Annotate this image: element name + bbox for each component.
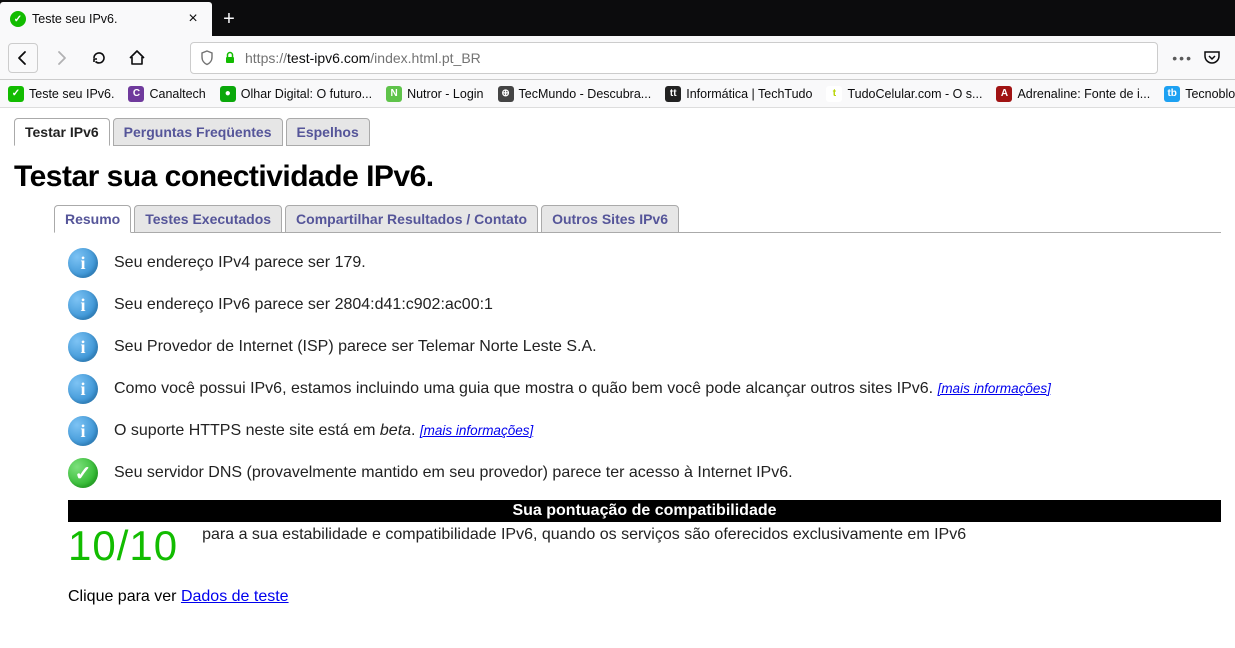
bookmark-icon: tt — [665, 86, 681, 102]
bookmark-item[interactable]: ● Olhar Digital: O futuro... — [220, 86, 372, 102]
result-text: O suporte HTTPS neste site está em beta.… — [114, 422, 533, 440]
bookmark-icon: tb — [1164, 86, 1180, 102]
score-value: 10/10 — [68, 522, 178, 570]
new-tab-button[interactable]: + — [212, 2, 246, 36]
info-icon: i — [68, 374, 98, 404]
home-button[interactable] — [122, 43, 152, 73]
bookmark-label: TudoCelular.com - O s... — [847, 87, 982, 101]
bookmark-icon: ⊕ — [498, 86, 514, 102]
url-text: https://test-ipv6.com/index.html.pt_BR — [245, 50, 481, 66]
test-data-line: Clique para ver Dados de teste — [68, 588, 1221, 606]
browser-navbar: https://test-ipv6.com/index.html.pt_BR •… — [0, 36, 1235, 80]
test-data-link[interactable]: Dados de teste — [181, 588, 289, 605]
bookmark-item[interactable]: A Adrenaline: Fonte de i... — [996, 86, 1150, 102]
page-title: Testar sua conectividade IPv6. — [14, 160, 1221, 194]
content-tab[interactable]: Outros Sites IPv6 — [541, 205, 679, 233]
forward-button[interactable] — [46, 43, 76, 73]
score-header: Sua pontuação de compatibilidade — [68, 500, 1221, 522]
bookmark-icon: A — [996, 86, 1012, 102]
score-row: 10/10 para a sua estabilidade e compatib… — [68, 522, 1221, 570]
browser-tab[interactable]: Teste seu IPv6. × — [0, 2, 212, 36]
bookmark-label: Olhar Digital: O futuro... — [241, 87, 372, 101]
content-tabs: ResumoTestes ExecutadosCompartilhar Resu… — [54, 205, 1221, 233]
reload-button[interactable] — [84, 43, 114, 73]
info-icon: i — [68, 290, 98, 320]
url-bar[interactable]: https://test-ipv6.com/index.html.pt_BR — [190, 42, 1158, 74]
bookmark-label: Adrenaline: Fonte de i... — [1017, 87, 1150, 101]
check-icon — [10, 11, 26, 27]
bookmark-icon: ● — [220, 86, 236, 102]
navbar-right-icons: ••• — [1166, 49, 1227, 67]
more-info-link[interactable]: [mais informações] — [420, 423, 533, 438]
back-button[interactable] — [8, 43, 38, 73]
browser-tabbar: Teste seu IPv6. × + — [0, 0, 1235, 36]
result-row: i O suporte HTTPS neste site está em beta… — [68, 416, 1221, 446]
info-icon: i — [68, 332, 98, 362]
bookmark-icon: C — [128, 86, 144, 102]
bookmark-item[interactable]: ✓ Teste seu IPv6. — [8, 86, 114, 102]
info-icon: i — [68, 416, 98, 446]
more-icon[interactable]: ••• — [1172, 50, 1193, 66]
page-content: Testar IPv6Perguntas FreqüentesEspelhos … — [0, 108, 1235, 620]
result-text: Seu endereço IPv4 parece ser 179. — [114, 254, 366, 272]
bookmark-label: TecMundo - Descubra... — [519, 87, 652, 101]
bookmark-item[interactable]: ⊕ TecMundo - Descubra... — [498, 86, 652, 102]
top-tabs: Testar IPv6Perguntas FreqüentesEspelhos — [14, 118, 1221, 146]
bookmark-item[interactable]: t TudoCelular.com - O s... — [826, 86, 982, 102]
result-row: i Seu Provedor de Internet (ISP) parece s… — [68, 332, 1221, 362]
top-tab[interactable]: Perguntas Freqüentes — [113, 118, 283, 146]
shield-icon — [199, 50, 215, 66]
bookmark-label: Canaltech — [149, 87, 205, 101]
result-row: i Seu endereço IPv6 parece ser 2804:d41:c… — [68, 290, 1221, 320]
result-text: Seu Provedor de Internet (ISP) parece se… — [114, 338, 597, 356]
bookmark-item[interactable]: tb Tecnoblog - tecnolo — [1164, 86, 1235, 102]
bookmark-item[interactable]: tt Informática | TechTudo — [665, 86, 812, 102]
ok-icon: ✓ — [68, 458, 98, 488]
bookmark-label: Informática | TechTudo — [686, 87, 812, 101]
close-tab-button[interactable]: × — [184, 10, 202, 28]
result-row: i Como você possui IPv6, estamos incluind… — [68, 374, 1221, 404]
bookmark-icon: N — [386, 86, 402, 102]
bookmarks-bar: ✓ Teste seu IPv6. C Canaltech ● Olhar Digital… — [0, 80, 1235, 108]
result-text: Como você possui IPv6, estamos incluindo… — [114, 380, 1051, 398]
bookmark-label: Tecnoblog - tecnolo — [1185, 87, 1235, 101]
result-text: Seu servidor DNS (provavelmente mantido … — [114, 464, 793, 482]
info-icon: i — [68, 248, 98, 278]
content-tab[interactable]: Testes Executados — [134, 205, 282, 233]
bookmark-item[interactable]: N Nutror - Login — [386, 86, 483, 102]
pocket-icon[interactable] — [1203, 49, 1221, 67]
bookmark-label: Teste seu IPv6. — [29, 87, 114, 101]
result-row: ✓ Seu servidor DNS (provavelmente mantido… — [68, 458, 1221, 488]
top-tab[interactable]: Testar IPv6 — [14, 118, 110, 146]
bookmark-item[interactable]: C Canaltech — [128, 86, 205, 102]
content-tab[interactable]: Resumo — [54, 205, 131, 233]
lock-icon — [223, 51, 237, 65]
result-row: i Seu endereço IPv4 parece ser 179. — [68, 248, 1221, 278]
bookmark-icon: t — [826, 86, 842, 102]
result-text: Seu endereço IPv6 parece ser 2804:d41:c9… — [114, 296, 493, 314]
score-description: para a sua estabilidade e compatibilidad… — [202, 522, 966, 544]
content-tab[interactable]: Compartilhar Resultados / Contato — [285, 205, 538, 233]
bookmark-icon: ✓ — [8, 86, 24, 102]
top-tab[interactable]: Espelhos — [286, 118, 370, 146]
bookmark-label: Nutror - Login — [407, 87, 483, 101]
browser-tab-title: Teste seu IPv6. — [32, 12, 178, 26]
more-info-link[interactable]: [mais informações] — [938, 381, 1051, 396]
results-box: i Seu endereço IPv4 parece ser 179. i Seu … — [54, 232, 1221, 606]
